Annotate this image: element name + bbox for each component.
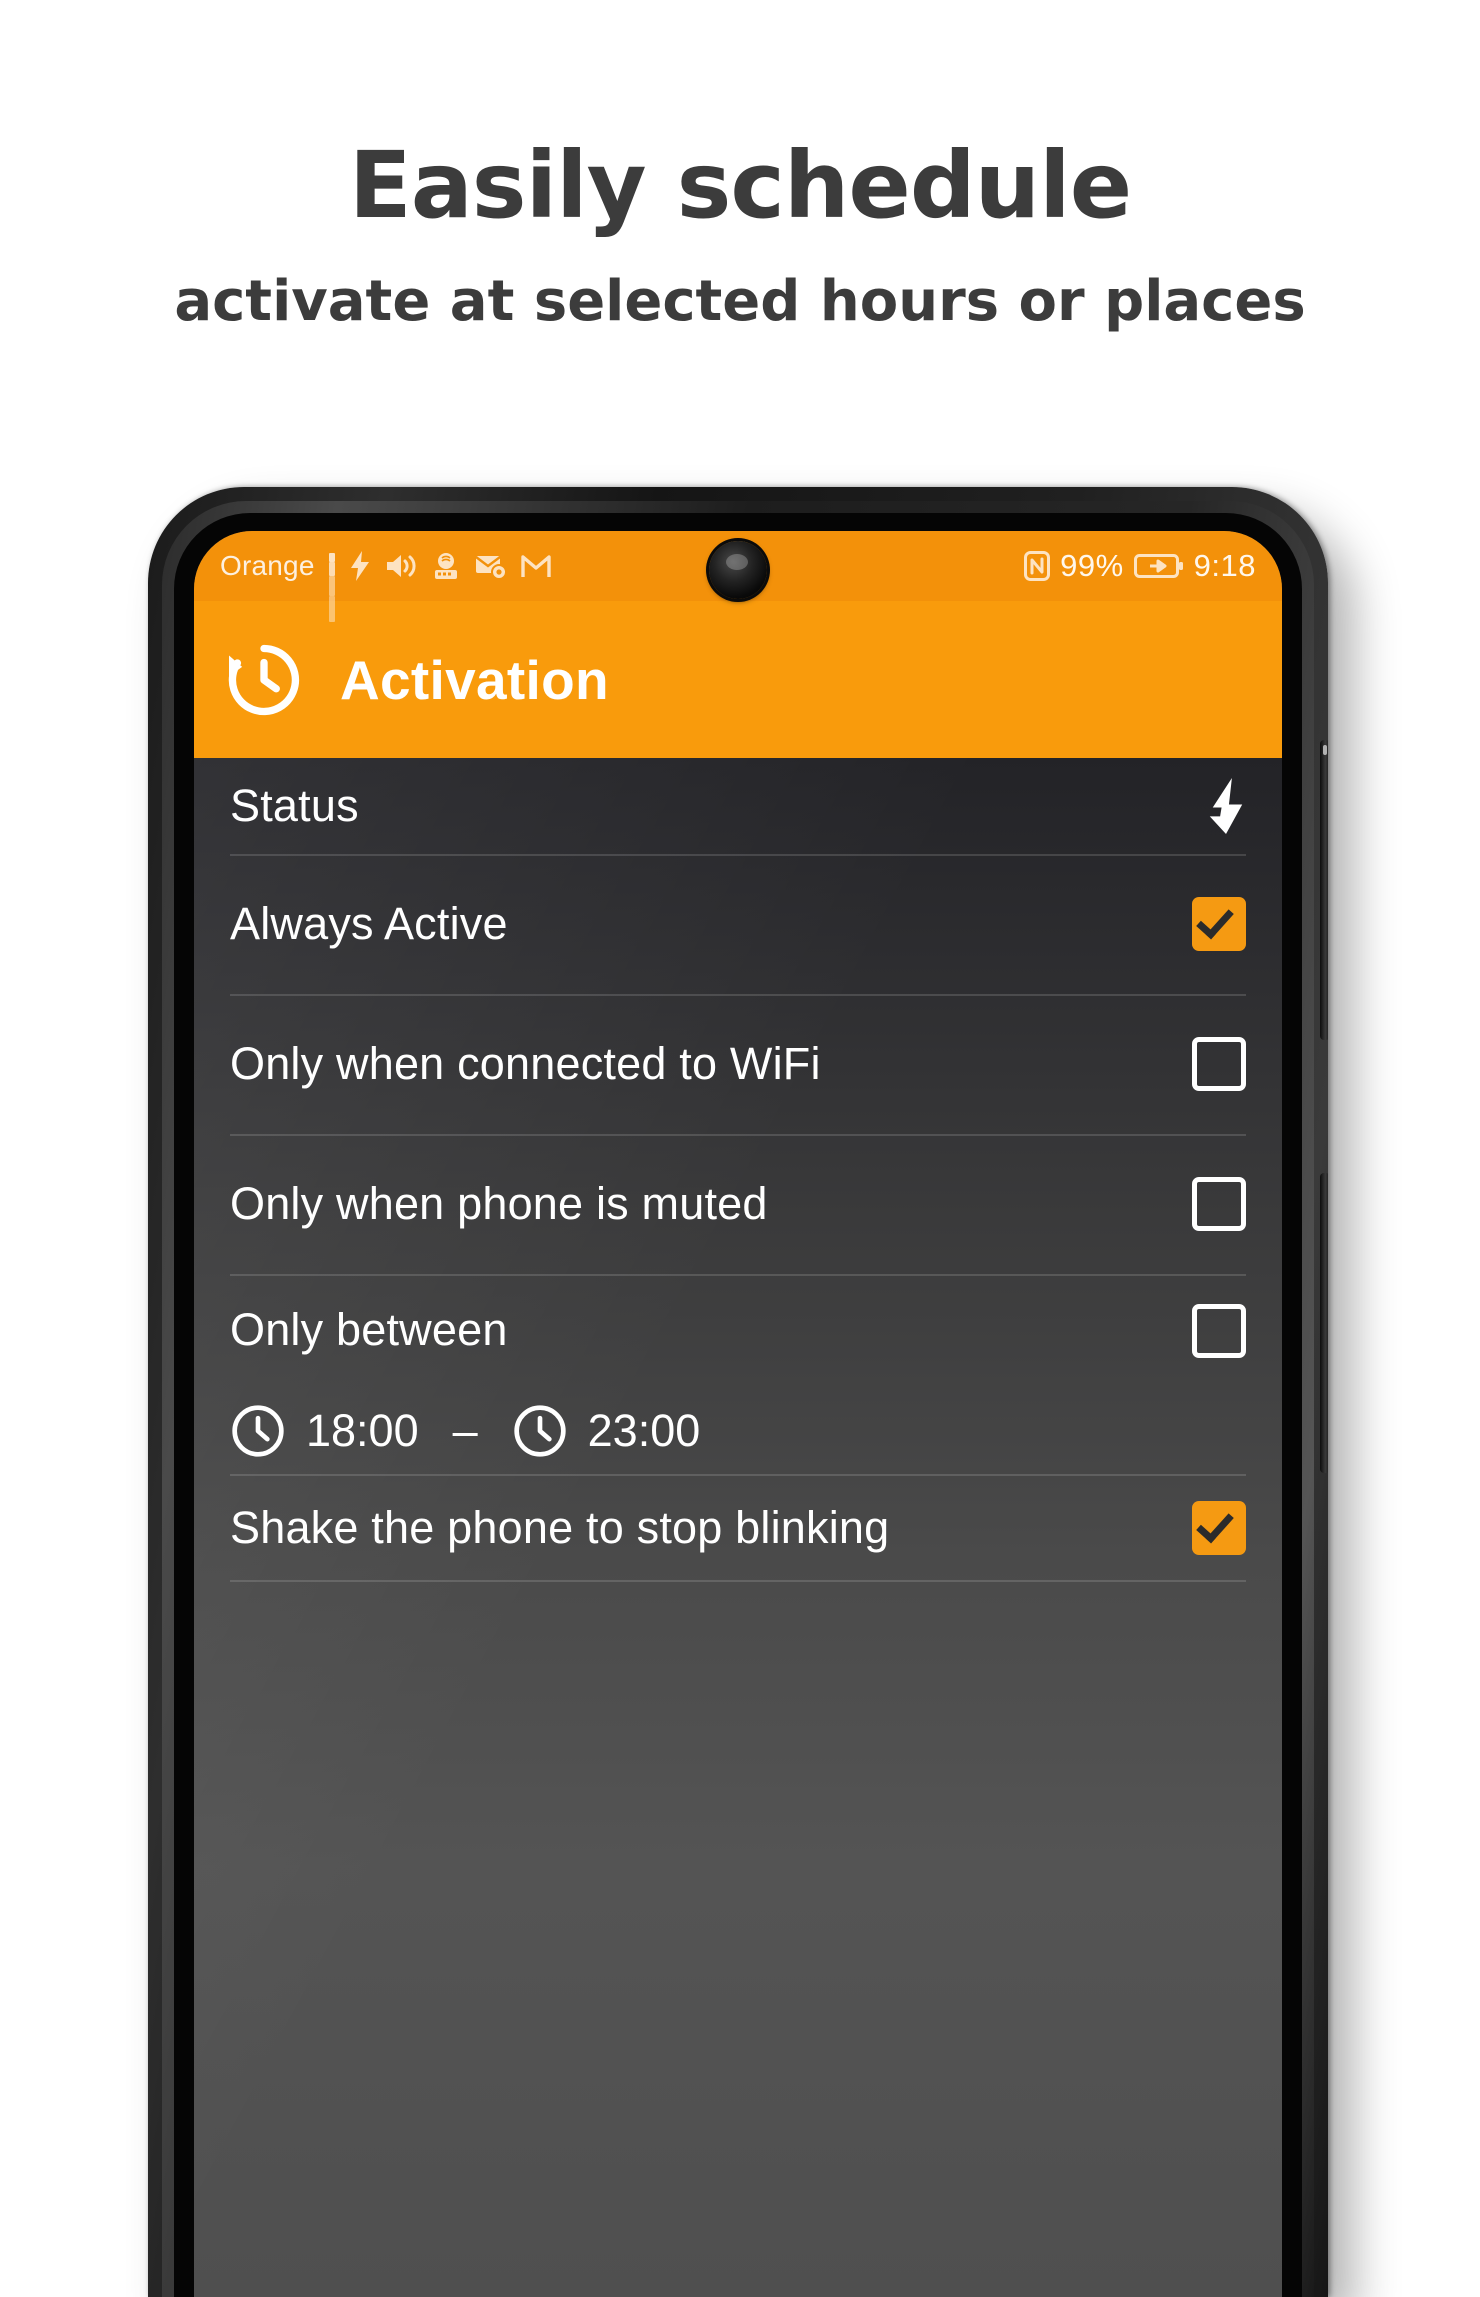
- time-range: 18:00 – 23:00: [230, 1403, 1246, 1459]
- phone-mockup: Orange 99% 9:18 Activation Status Always…: [148, 487, 1328, 2297]
- time-separator: –: [452, 1405, 478, 1456]
- status-bar-right: 99% 9:18: [1024, 548, 1256, 584]
- volume-icon: [385, 552, 417, 580]
- history-clock-icon[interactable]: [222, 638, 306, 722]
- battery-charging-icon: [1133, 553, 1184, 579]
- page-title: Easily schedule: [348, 132, 1132, 239]
- list-item-label: Shake the phone to stop blinking: [230, 1502, 890, 1553]
- status-bar-clock: 9:18: [1193, 548, 1256, 583]
- battery-percent-label: 99%: [1060, 548, 1124, 583]
- gmail-icon: [520, 553, 551, 579]
- list-item-label: Always Active: [230, 898, 508, 949]
- time-end[interactable]: 23:00: [588, 1405, 701, 1457]
- volume-button-highlight: [1323, 745, 1327, 755]
- radio-mic-icon: [431, 551, 461, 581]
- carrier-label: Orange: [220, 550, 315, 581]
- front-camera-punch-hole: [709, 541, 767, 599]
- flash-icon: [349, 551, 371, 581]
- settings-list: Status Always Active Only when connected…: [194, 758, 1282, 2297]
- clock-icon[interactable]: [230, 1403, 286, 1459]
- list-item-status[interactable]: Status: [194, 758, 1282, 854]
- checkbox-only-muted[interactable]: [1192, 1177, 1246, 1231]
- flash-bolt-icon[interactable]: [1206, 778, 1246, 834]
- list-item-only-wifi[interactable]: Only when connected to WiFi: [194, 994, 1282, 1134]
- list-item-only-muted[interactable]: Only when phone is muted: [194, 1134, 1282, 1274]
- checkbox-shake-to-stop[interactable]: [1192, 1501, 1246, 1555]
- list-item-shake-to-stop[interactable]: Shake the phone to stop blinking: [194, 1474, 1282, 1582]
- signal-bars-icon: [328, 553, 335, 622]
- list-item-only-between[interactable]: Only between 18:00 – 23:00: [194, 1274, 1282, 1474]
- checkbox-always-active[interactable]: [1192, 897, 1246, 951]
- clock-icon[interactable]: [512, 1403, 568, 1459]
- volume-button[interactable]: [1320, 740, 1328, 1040]
- checkbox-only-between[interactable]: [1192, 1304, 1246, 1358]
- status-bar-left: Orange: [220, 550, 551, 622]
- time-start[interactable]: 18:00: [306, 1405, 419, 1457]
- list-item-always-active[interactable]: Always Active: [194, 854, 1282, 994]
- page-subtitle: activate at selected hours or places: [174, 269, 1306, 334]
- app-bar: Activation: [194, 601, 1282, 758]
- app-bar-title: Activation: [340, 648, 609, 711]
- checkbox-only-wifi[interactable]: [1192, 1037, 1246, 1091]
- list-item-label: Only when connected to WiFi: [230, 1038, 821, 1089]
- mail-settings-icon: [474, 552, 507, 580]
- status-bar: Orange 99% 9:18: [194, 531, 1282, 622]
- nfc-icon: [1024, 551, 1051, 581]
- promo-header: Easily schedule activate at selected hou…: [0, 0, 1480, 330]
- power-button[interactable]: [1320, 1173, 1328, 1473]
- list-item-label: Only when phone is muted: [230, 1178, 768, 1229]
- phone-screen: Orange 99% 9:18 Activation Status Always…: [194, 531, 1282, 2297]
- list-item-label: Status: [230, 780, 359, 831]
- list-item-label: Only between: [230, 1304, 508, 1355]
